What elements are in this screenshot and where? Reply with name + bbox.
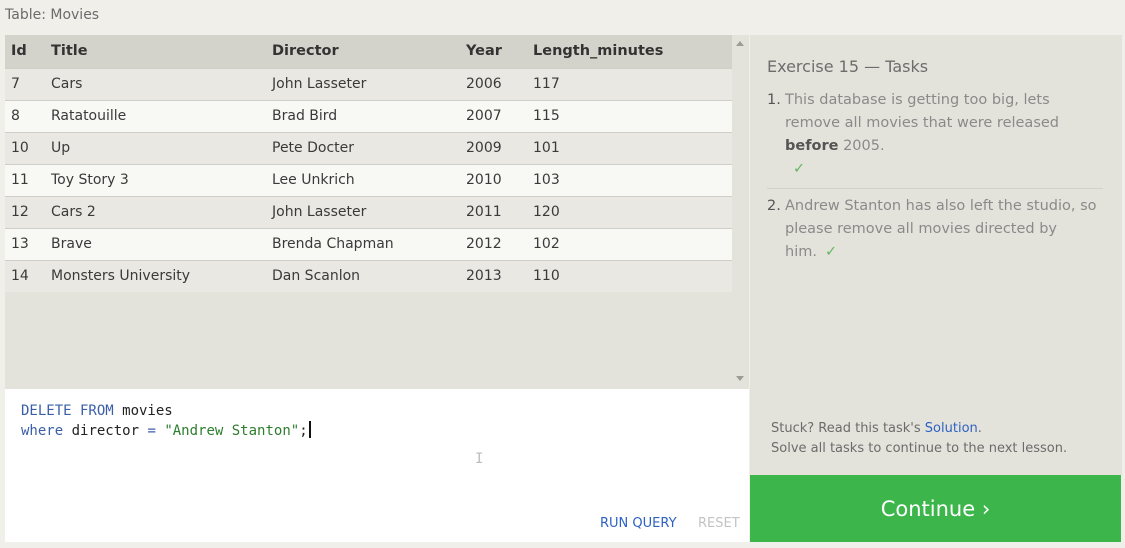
- cell-length: 120: [533, 195, 732, 228]
- cell-year: 2012: [466, 227, 533, 260]
- sql-column-name: director: [63, 423, 148, 439]
- cell-director: Brenda Chapman: [272, 227, 466, 260]
- task-number: 2.: [767, 198, 781, 214]
- scroll-down-arrow-icon[interactable]: [736, 376, 744, 381]
- table-row: 14 Monsters University Dan Scanlon 2013 …: [5, 259, 732, 292]
- sql-code[interactable]: DELETE FROM movies where director = "And…: [21, 401, 311, 441]
- task-text: This database is getting too big, lets r…: [785, 89, 1103, 181]
- task-text-bold: before: [785, 138, 839, 154]
- reset-button[interactable]: RESET: [698, 516, 740, 531]
- column-header-length: Length_minutes: [533, 35, 732, 68]
- table-row: 8 Ratatouille Brad Bird 2007 115: [5, 99, 732, 132]
- table-scrollbar[interactable]: [732, 35, 749, 389]
- movies-table: Id Title Director Year Length_minutes 7 …: [5, 35, 732, 292]
- cell-title: Brave: [51, 227, 272, 260]
- cell-id: 14: [5, 259, 51, 292]
- cell-year: 2009: [466, 131, 533, 164]
- checkmark-icon: ✓: [793, 161, 806, 177]
- scroll-up-arrow-icon[interactable]: [736, 41, 744, 46]
- cell-year: 2013: [466, 259, 533, 292]
- cell-director: Brad Bird: [272, 99, 466, 132]
- cell-director: John Lasseter: [272, 195, 466, 228]
- table-row: 10 Up Pete Docter 2009 101: [5, 131, 732, 164]
- text-cursor: [308, 421, 311, 438]
- task-item: 1. This database is getting too big, let…: [767, 89, 1103, 189]
- tasks-panel: Exercise 15 — Tasks 1. This database is …: [750, 35, 1122, 475]
- cell-id: 11: [5, 163, 51, 196]
- column-header-id: Id: [5, 35, 51, 68]
- cell-year: 2011: [466, 195, 533, 228]
- cell-title: Toy Story 3: [51, 163, 272, 196]
- cell-id: 8: [5, 99, 51, 132]
- cell-length: 115: [533, 99, 732, 132]
- cell-director: Pete Docter: [272, 131, 466, 164]
- column-header-title: Title: [51, 35, 272, 68]
- task-text: Andrew Stanton has also left the studio,…: [785, 195, 1103, 264]
- cell-title: Up: [51, 131, 272, 164]
- task-text-part: This database is getting too big, lets r…: [785, 92, 1059, 131]
- table-caption: Table: Movies: [5, 7, 100, 23]
- cell-year: 2006: [466, 67, 533, 100]
- cell-length: 101: [533, 131, 732, 164]
- task-number: 1.: [767, 92, 781, 108]
- cell-director: Dan Scanlon: [272, 259, 466, 292]
- task-text-part: 2005.: [838, 138, 885, 154]
- cell-length: 110: [533, 259, 732, 292]
- table-row: 13 Brave Brenda Chapman 2012 102: [5, 227, 732, 260]
- cell-length: 103: [533, 163, 732, 196]
- tasks-title: Exercise 15 — Tasks: [767, 57, 929, 76]
- cell-title: Cars: [51, 67, 272, 100]
- task-list: 1. This database is getting too big, let…: [767, 89, 1103, 277]
- column-header-director: Director: [272, 35, 466, 68]
- run-query-button[interactable]: RUN QUERY: [600, 516, 677, 531]
- cell-id: 12: [5, 195, 51, 228]
- cell-year: 2007: [466, 99, 533, 132]
- table-row: 12 Cars 2 John Lasseter 2011 120: [5, 195, 732, 228]
- cell-title: Cars 2: [51, 195, 272, 228]
- cell-id: 7: [5, 67, 51, 100]
- help-prefix: Stuck? Read this task's: [771, 421, 925, 436]
- column-header-year: Year: [466, 35, 533, 68]
- cell-year: 2010: [466, 163, 533, 196]
- task-item: 2. Andrew Stanton has also left the stud…: [767, 195, 1103, 271]
- help-text: Stuck? Read this task's Solution. Solve …: [771, 419, 1067, 459]
- solution-link[interactable]: Solution: [925, 421, 978, 436]
- table-row: 7 Cars John Lasseter 2006 117: [5, 67, 732, 100]
- cell-id: 10: [5, 131, 51, 164]
- cell-director: Lee Unkrich: [272, 163, 466, 196]
- sql-editor[interactable]: DELETE FROM movies where director = "And…: [5, 389, 749, 542]
- help-line-2: Solve all tasks to continue to the next …: [771, 441, 1068, 456]
- sql-keyword-delete-from: DELETE FROM: [21, 403, 114, 419]
- help-suffix: .: [977, 421, 982, 436]
- results-table-panel: Id Title Director Year Length_minutes 7 …: [5, 35, 749, 389]
- sql-keyword-where: where: [21, 423, 64, 439]
- checkmark-icon: ✓: [824, 244, 838, 260]
- mouse-ibeam-cursor-icon: I: [475, 451, 484, 467]
- cell-title: Ratatouille: [51, 99, 272, 132]
- cell-length: 117: [533, 67, 732, 100]
- continue-button[interactable]: Continue ›: [750, 475, 1121, 542]
- table-header-row: Id Title Director Year Length_minutes: [5, 35, 732, 68]
- sql-operator: =: [147, 423, 156, 439]
- table-row: 11 Toy Story 3 Lee Unkrich 2010 103: [5, 163, 732, 196]
- cell-title: Monsters University: [51, 259, 272, 292]
- sql-terminator: ;: [299, 423, 308, 439]
- sql-table-name: movies: [113, 403, 173, 419]
- cell-id: 13: [5, 227, 51, 260]
- cell-length: 102: [533, 227, 732, 260]
- sql-string-literal: "Andrew Stanton": [164, 423, 300, 439]
- cell-director: John Lasseter: [272, 67, 466, 100]
